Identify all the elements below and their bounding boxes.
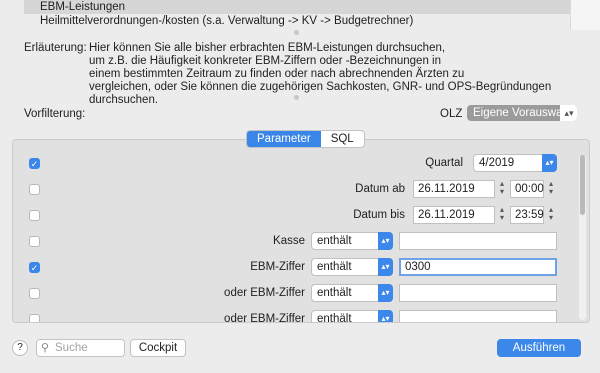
run-button[interactable]: Ausführen (497, 339, 581, 357)
updown-arrows-icon: ▴▾ (378, 310, 393, 322)
row-checkbox[interactable]: ✓ (29, 262, 40, 273)
mode-segmented-control[interactable]: Parameter SQL (246, 130, 365, 148)
param-label: Datum ab (355, 183, 405, 195)
panel-scrollbar[interactable] (579, 155, 586, 320)
explain-text: Hier können Sie alle bisher erbrachten E… (89, 42, 552, 106)
ebm-field[interactable]: 0300 (399, 258, 557, 276)
kasse-field[interactable] (399, 232, 557, 250)
operator-value: enthält (317, 261, 352, 273)
split-handle[interactable] (294, 95, 299, 100)
report-list[interactable]: EBM-Leistungen Heilmittelverordnungen-/k… (24, 0, 570, 30)
param-row: Datum ab 26.11.2019 ▴ ▾ 00:00 ▴ ▾ (13, 177, 589, 203)
param-row: Kasse enthält ▴▾ (13, 229, 589, 255)
tab-sql[interactable]: SQL (321, 131, 364, 147)
quarter-popup[interactable]: 4/2019 ▴▾ (473, 154, 557, 172)
param-label: Quartal (425, 157, 463, 169)
param-row: oder EBM-Ziffer enthält ▴▾ (13, 281, 589, 307)
operator-popup[interactable]: enthält ▴▾ (311, 258, 393, 276)
operator-value: enthält (317, 235, 352, 247)
operator-value: enthält (317, 287, 352, 299)
stepper-icon[interactable]: ▴ ▾ (497, 180, 507, 198)
stepper-icon[interactable]: ▴ ▾ (497, 206, 507, 224)
split-handle[interactable] (294, 30, 299, 35)
param-row: oder EBM-Ziffer enthält ▴▾ (13, 307, 589, 323)
date-to-field[interactable]: 26.11.2019 (413, 206, 495, 224)
date-from-field[interactable]: 26.11.2019 (413, 180, 495, 198)
param-row: ✓ Quartal 4/2019 ▴▾ (13, 151, 589, 177)
search-input[interactable]: ⚲ Suche (36, 339, 125, 357)
olz-label: OLZ (440, 108, 463, 120)
ebm-or-field[interactable] (399, 310, 557, 322)
time-to-field[interactable]: 23:59 (510, 206, 544, 224)
time-from-field[interactable]: 00:00 (510, 180, 544, 198)
updown-arrows-icon: ▴▾ (378, 284, 393, 302)
param-label: Kasse (273, 235, 305, 247)
row-checkbox[interactable] (29, 210, 40, 221)
stepper-icon[interactable]: ▴ ▾ (546, 180, 556, 198)
param-label: EBM-Ziffer (250, 261, 305, 273)
updown-arrows-icon: ▴▾ (560, 105, 577, 121)
tab-parameter[interactable]: Parameter (247, 131, 321, 147)
row-checkbox[interactable] (29, 288, 40, 299)
row-checkbox[interactable]: ✓ (29, 158, 40, 169)
param-label: Datum bis (353, 209, 405, 221)
help-button[interactable]: ? (12, 340, 28, 356)
operator-popup[interactable]: enthält ▴▾ (311, 310, 393, 323)
list-item[interactable]: Heilmittelverordnungen-/kosten (s.a. Ver… (24, 14, 570, 28)
updown-arrows-icon: ▴▾ (378, 258, 393, 276)
olz-value: Eigene Vorauswahl (473, 107, 572, 119)
explain-label: Erläuterung: (24, 42, 87, 54)
param-label: oder EBM-Ziffer (224, 313, 305, 323)
parameter-panel: ✓ Quartal 4/2019 ▴▾ Datum ab 26.11.2019 … (12, 139, 590, 323)
list-scroll-track[interactable] (570, 0, 600, 30)
row-checkbox[interactable] (29, 236, 40, 247)
operator-popup[interactable]: enthält ▴▾ (311, 232, 393, 250)
param-row: Datum bis 26.11.2019 ▴ ▾ 23:59 ▴ ▾ (13, 203, 589, 229)
stepper-icon[interactable]: ▴ ▾ (546, 206, 556, 224)
olz-popup[interactable]: Eigene Vorauswahl ▴▾ (467, 105, 577, 121)
prefilter-label: Vorfilterung: (24, 108, 86, 120)
cockpit-button[interactable]: Cockpit (130, 339, 186, 357)
search-icon: ⚲ (41, 342, 50, 354)
param-row: ✓ EBM-Ziffer enthält ▴▾ 0300 (13, 255, 589, 281)
scroll-thumb[interactable] (580, 155, 585, 215)
updown-arrows-icon: ▴▾ (378, 232, 393, 250)
row-checkbox[interactable] (29, 314, 40, 322)
ebm-or-field[interactable] (399, 284, 557, 302)
operator-value: enthält (317, 313, 352, 323)
row-checkbox[interactable] (29, 184, 40, 195)
search-placeholder: Suche (55, 342, 88, 354)
list-item[interactable]: EBM-Leistungen (24, 0, 570, 14)
param-label: oder EBM-Ziffer (224, 287, 305, 299)
operator-popup[interactable]: enthält ▴▾ (311, 284, 393, 302)
quarter-value: 4/2019 (479, 157, 515, 169)
updown-arrows-icon: ▴▾ (542, 154, 557, 172)
